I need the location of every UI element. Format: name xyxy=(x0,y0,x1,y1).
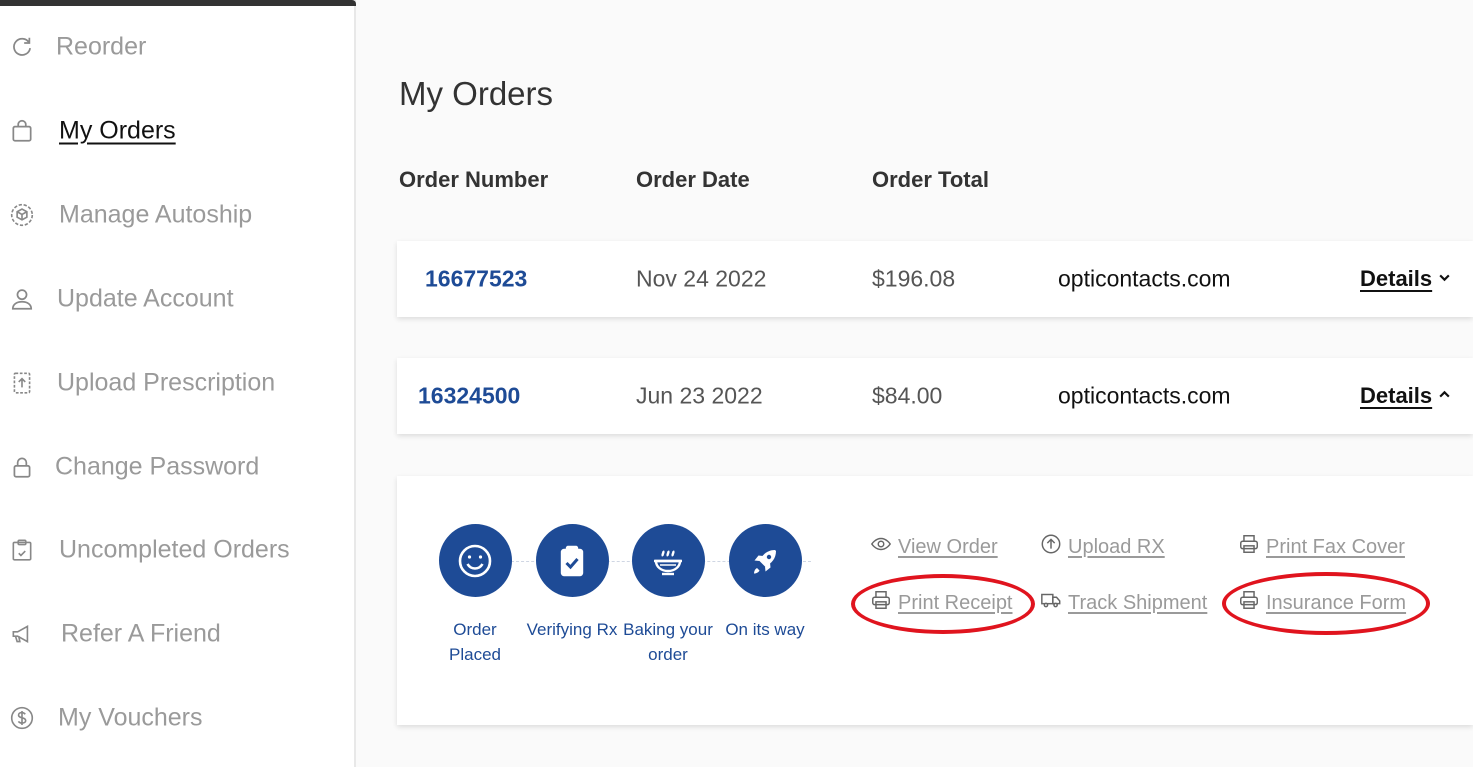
step-label: Verifying Rx xyxy=(526,620,618,639)
chevron-down-icon xyxy=(1438,271,1451,287)
sidebar-item-label: Upload Prescription xyxy=(57,368,276,397)
sidebar-item-upload-prescription[interactable]: Upload Prescription xyxy=(0,353,340,413)
step-label: Order Placed xyxy=(449,620,501,664)
details-label: Details xyxy=(1360,383,1433,408)
order-row: 16324500 Jun 23 2022 $84.00 opticontacts… xyxy=(397,358,1473,434)
column-header-order-total: Order Total xyxy=(872,167,989,192)
order-total: $196.08 xyxy=(872,265,956,292)
sidebar-item-manage-autoship[interactable]: Manage Autoship xyxy=(0,185,340,245)
rocket-icon xyxy=(728,524,802,597)
view-order-link[interactable]: View Order xyxy=(870,533,998,561)
upload-rx-link[interactable]: Upload RX xyxy=(1040,533,1165,561)
lock-icon xyxy=(8,453,36,481)
order-total: $84.00 xyxy=(872,382,943,409)
sidebar-item-label: Change Password xyxy=(55,452,260,481)
page-title: My Orders xyxy=(399,75,554,112)
truck-icon xyxy=(1040,589,1062,617)
status-step-verifying-rx: Verifying Rx xyxy=(522,524,622,642)
sidebar-item-update-account[interactable]: Update Account xyxy=(0,269,340,329)
order-number-link[interactable]: 16324500 xyxy=(418,383,520,410)
sidebar-item-label: Uncompleted Orders xyxy=(59,535,290,564)
printer-icon xyxy=(1238,589,1260,617)
sidebar-item-label: Manage Autoship xyxy=(59,200,253,229)
status-step-order-placed: Order Placed xyxy=(425,524,525,667)
sidebar-item-label: Update Account xyxy=(57,284,234,313)
order-date: Jun 23 2022 xyxy=(636,382,763,409)
status-step-baking-your-order: Baking your order xyxy=(618,524,718,667)
smiley-icon xyxy=(438,524,512,597)
clipboard-icon xyxy=(8,536,36,564)
sidebar: Reorder My Orders Manage Autoship Update… xyxy=(0,0,356,767)
user-icon xyxy=(8,285,36,313)
status-step-on-its-way: On its way xyxy=(715,524,815,642)
column-header-order-number: Order Number xyxy=(399,167,549,192)
upload-circle-icon xyxy=(1040,533,1062,561)
print-fax-cover-link[interactable]: Print Fax Cover xyxy=(1238,533,1405,561)
eye-icon xyxy=(870,533,892,561)
shopping-bag-icon xyxy=(8,117,36,145)
sidebar-item-uncompleted-orders[interactable]: Uncompleted Orders xyxy=(0,520,340,580)
order-date: Nov 24 2022 xyxy=(636,265,767,292)
sidebar-item-label: Refer A Friend xyxy=(61,619,221,648)
sidebar-item-refer-a-friend[interactable]: Refer A Friend xyxy=(0,604,340,664)
column-header-order-date: Order Date xyxy=(636,167,750,192)
step-label: On its way xyxy=(725,620,805,639)
details-toggle[interactable]: Details xyxy=(1360,383,1451,409)
autoship-icon xyxy=(8,201,36,229)
sidebar-item-reorder[interactable]: Reorder xyxy=(0,17,340,77)
chevron-up-icon xyxy=(1438,388,1451,404)
megaphone-icon xyxy=(8,620,36,648)
order-site: opticontacts.com xyxy=(1058,265,1231,292)
details-label: Details xyxy=(1360,266,1433,291)
upload-file-icon xyxy=(8,369,36,397)
details-toggle[interactable]: Details xyxy=(1360,266,1451,292)
dollar-icon xyxy=(8,704,36,732)
track-shipment-link[interactable]: Track Shipment xyxy=(1040,589,1207,617)
insurance-form-link[interactable]: Insurance Form xyxy=(1238,589,1406,617)
sidebar-item-label: Reorder xyxy=(56,32,147,61)
order-number-link[interactable]: 16677523 xyxy=(425,266,527,293)
sidebar-item-my-vouchers[interactable]: My Vouchers xyxy=(0,688,340,748)
baking-bowl-icon xyxy=(631,524,705,597)
sidebar-item-label: My Vouchers xyxy=(58,703,203,732)
order-row: 16677523 Nov 24 2022 $196.08 opticontact… xyxy=(397,241,1473,317)
order-site: opticontacts.com xyxy=(1058,382,1231,409)
step-label: Baking your order xyxy=(623,620,713,664)
refresh-icon xyxy=(8,33,36,61)
sidebar-top-bar xyxy=(0,0,356,6)
order-detail-panel: Order Placed Verifying Rx Baking your or… xyxy=(397,476,1473,725)
print-receipt-link[interactable]: Print Receipt xyxy=(870,589,1013,617)
printer-icon xyxy=(870,589,892,617)
sidebar-item-change-password[interactable]: Change Password xyxy=(0,437,340,497)
sidebar-item-my-orders[interactable]: My Orders xyxy=(0,101,340,161)
clipboard-check-icon xyxy=(535,524,609,597)
printer-icon xyxy=(1238,533,1260,561)
sidebar-item-label: My Orders xyxy=(59,116,176,145)
